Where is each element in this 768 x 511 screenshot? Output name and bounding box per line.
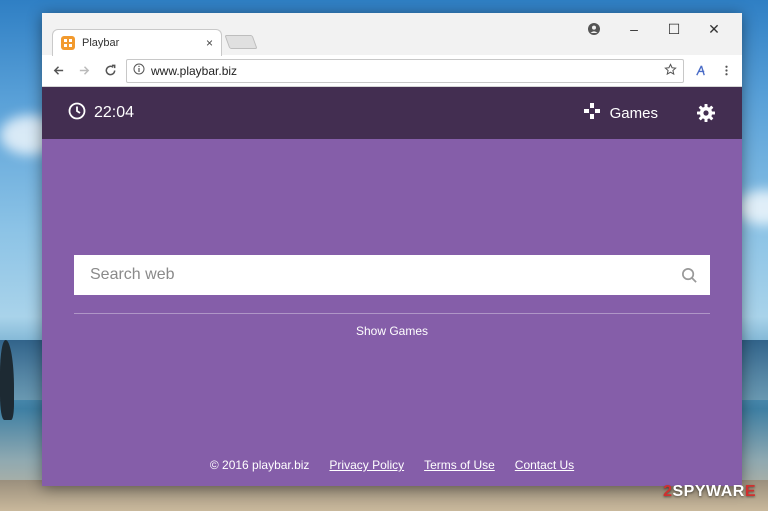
show-games-link[interactable]: Show Games [74,324,710,338]
clock-icon [68,102,86,125]
browser-toolbar: www.playbar.biz [42,55,742,87]
contact-us-link[interactable]: Contact Us [515,458,574,472]
terms-of-use-link[interactable]: Terms of Use [424,458,495,472]
address-bar[interactable]: www.playbar.biz [126,58,684,83]
title-bar: Playbar × – ☐ ✕ [42,13,742,56]
tab-title: Playbar [82,37,120,49]
clock-time: 22:04 [94,104,135,121]
maximize-button[interactable]: ☐ [654,17,694,41]
privacy-policy-link[interactable]: Privacy Policy [329,458,404,472]
profile-icon[interactable] [574,17,614,41]
games-link[interactable]: Games [582,101,658,125]
search-area: Show Games [74,255,710,338]
url-text: www.playbar.biz [151,63,238,78]
divider [74,313,710,314]
tab-close-button[interactable]: × [206,36,213,50]
star-icon[interactable] [664,62,677,79]
back-arrow-icon[interactable] [48,61,68,81]
search-input[interactable] [90,266,681,284]
clock-widget: 22:04 [68,102,134,125]
window-controls: – ☐ ✕ [574,17,734,41]
reload-icon[interactable] [100,61,120,81]
extension-icon[interactable] [690,61,710,81]
search-icon[interactable] [681,267,698,284]
games-label: Games [609,104,658,122]
close-window-button[interactable]: ✕ [694,17,734,41]
watermark: 2SPYWARE [663,483,756,500]
playbar-logo-icon [61,36,75,50]
browser-window: Playbar × – ☐ ✕ www.playbar.biz 22:04 Ga… [42,13,742,486]
minimize-button[interactable]: – [614,17,654,41]
forward-arrow-icon[interactable] [74,61,94,81]
copyright-text: © 2016 playbar.biz [209,458,310,472]
menu-dots-icon[interactable] [716,61,736,81]
browser-tab[interactable]: Playbar × [52,29,222,56]
new-tab-button[interactable] [224,35,258,49]
gamepad-icon [582,101,602,125]
info-icon[interactable] [133,63,145,78]
page-footer: © 2016 playbar.biz Privacy Policy Terms … [42,458,742,472]
search-box [74,255,710,295]
playbar-page: 22:04 Games Search web Show Games © 2016… [42,87,742,486]
gear-icon[interactable] [696,103,716,123]
page-header: 22:04 Games [42,87,742,139]
